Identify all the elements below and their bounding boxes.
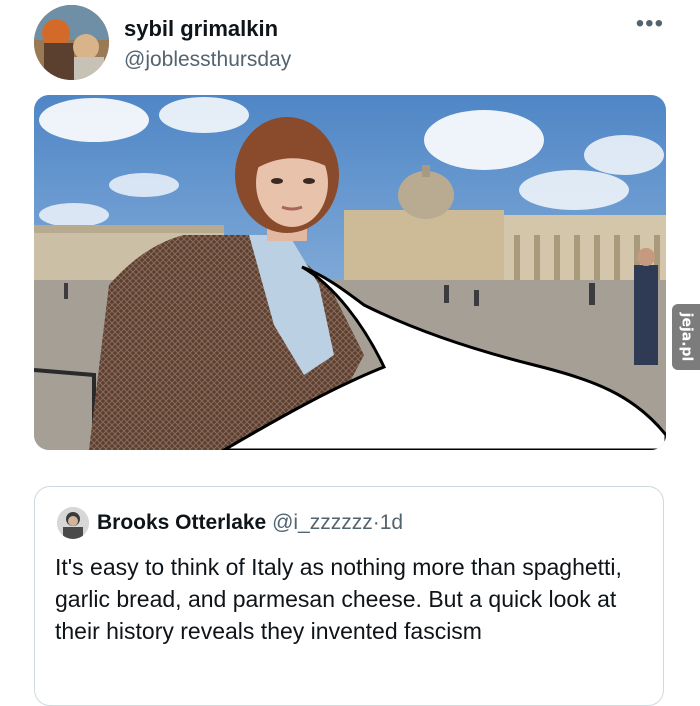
quoted-tweet-meta: Brooks Otterlake @i_zzzzzz·1d (97, 511, 403, 535)
author-handle[interactable]: @joblessthursday (124, 48, 291, 72)
quoted-author-avatar (57, 507, 89, 539)
quoted-tweet-time: 1d (379, 511, 404, 534)
site-watermark: jeja.pl (672, 304, 700, 370)
watermark-text: jeja.pl (678, 312, 694, 362)
more-horizontal-icon[interactable]: ••• (636, 12, 664, 36)
quoted-author-name: Brooks Otterlake (97, 511, 267, 534)
author-avatar[interactable] (34, 5, 109, 80)
tweet-photo[interactable] (34, 95, 666, 450)
meta-separator: · (372, 511, 380, 534)
quoted-tweet-text: It's easy to think of Italy as nothing m… (55, 554, 622, 644)
quoted-tweet-card[interactable]: Brooks Otterlake @i_zzzzzz·1d It's easy … (34, 486, 664, 706)
quoted-author-handle: @i_zzzzzz (272, 511, 373, 534)
author-name[interactable]: sybil grimalkin (124, 16, 278, 42)
tweet-header: sybil grimalkin @joblessthursday ••• (34, 5, 664, 81)
